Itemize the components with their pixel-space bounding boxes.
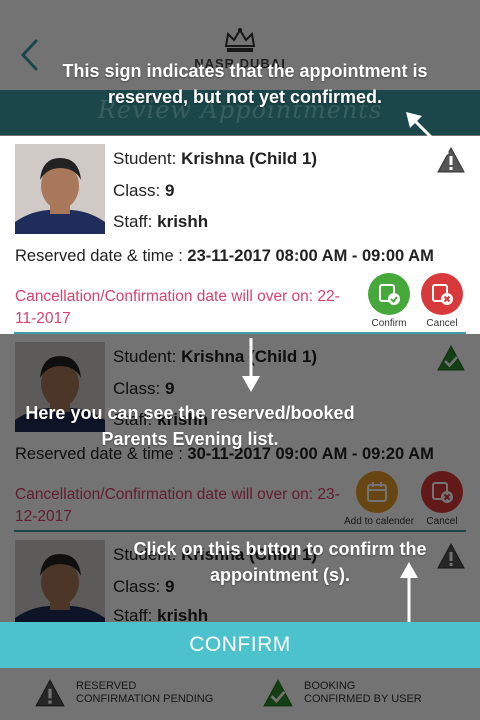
- cancellation-date-text: Cancellation/Confirmation date will over…: [15, 486, 340, 525]
- status-legend: RESERVED CONFIRMATION PENDING BOOKING CO…: [0, 668, 480, 720]
- class-line: Class: 9: [113, 181, 175, 200]
- app-screen: NASR DUBAI Review Appointments Student: …: [0, 0, 480, 720]
- class-line: Class: 9: [113, 379, 175, 398]
- legend-booked: BOOKING CONFIRMED BY USER: [262, 678, 422, 708]
- booked-check-icon: [437, 344, 465, 371]
- appointment-card-1: Student: Krishna (Child 1) Class: 9 Staf…: [0, 136, 480, 334]
- student-photo: [15, 144, 105, 234]
- student-line: Student: Krishna (Child 1): [113, 149, 318, 168]
- student-name: Krishna (Child 1): [181, 149, 318, 168]
- tooltip-confirm-arrow: [400, 562, 418, 622]
- tooltip-list: Here you can see the reserved/booked Par…: [25, 403, 355, 449]
- staff-line: Staff: krishh: [113, 606, 209, 622]
- legend-reserved: RESERVED CONFIRMATION PENDING: [34, 678, 213, 708]
- cancel-appointment-button[interactable]: Cancel: [414, 471, 470, 527]
- calendar-icon: [367, 482, 387, 502]
- tooltip-list-arrow: [242, 338, 260, 392]
- staff-line: Staff: krishh: [113, 212, 209, 231]
- crown-crest-icon: [224, 28, 256, 52]
- cancel-x-icon: [432, 482, 453, 503]
- booked-check-icon: [263, 679, 293, 707]
- card-divider: [14, 332, 466, 334]
- confirm-button[interactable]: CONFIRM: [0, 622, 480, 668]
- add-to-calendar-button[interactable]: Add to calender: [344, 471, 414, 527]
- cancel-appointment-button[interactable]: Cancel: [414, 273, 470, 329]
- reserved-warning-icon: [35, 679, 65, 707]
- reserved-datetime: Reserved date & time : 23-11-2017 08:00 …: [15, 247, 434, 265]
- confirm-check-icon: [379, 284, 400, 305]
- cancellation-date-text: Cancellation/Confirmation date will over…: [15, 288, 340, 327]
- cancel-x-icon: [432, 284, 453, 305]
- tooltip-sign-arrow: [406, 112, 450, 156]
- student-line: Student: Krishna (Child 1): [113, 347, 318, 366]
- confirm-appointment-button[interactable]: Confirm: [361, 273, 417, 329]
- student-photo: [15, 540, 105, 622]
- tooltip-sign: This sign indicates that the appointment…: [62, 61, 428, 107]
